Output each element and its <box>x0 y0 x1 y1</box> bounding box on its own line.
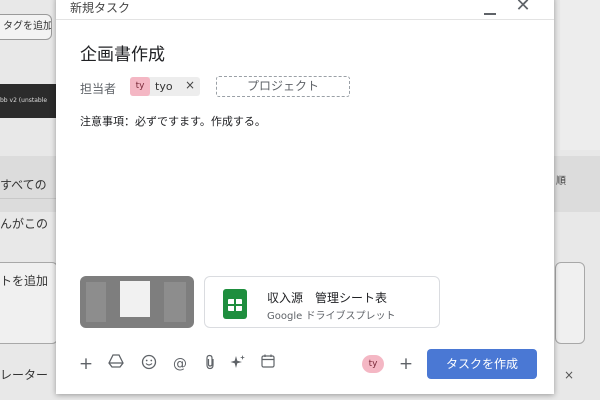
assignee-label: 担当者 <box>80 82 117 96</box>
background-feed-text: んがこの <box>0 217 49 231</box>
drive-icon[interactable] <box>106 354 126 374</box>
calendar-icon[interactable] <box>258 354 278 374</box>
create-task-button[interactable]: タスクを作成 <box>427 349 537 379</box>
attach-icon[interactable] <box>200 354 220 374</box>
assignee-chip[interactable]: ty tyo × <box>130 77 200 96</box>
thumbnail-sidebar <box>86 282 106 322</box>
background-creator-text: レーター <box>0 368 49 382</box>
drive-file-card[interactable]: 収入源 管理シート表 Google ドライブスプレット <box>204 276 440 328</box>
thumbnail-panel <box>164 282 186 322</box>
embedded-preview-strip: bb v2 (unstable <box>0 84 60 118</box>
background-filter-text: すべての <box>0 178 47 192</box>
assignee-name: tyo <box>155 80 173 93</box>
dialog-header: 新規タスク ✕ <box>56 0 554 20</box>
add-tag-button[interactable]: タグを追加 <box>0 14 52 40</box>
avatar: ty <box>130 77 150 96</box>
file-name: 収入源 管理シート表 <box>267 291 388 305</box>
background-right-panel <box>560 0 600 150</box>
background-close-icon[interactable]: × <box>564 368 574 382</box>
background-sort-label: 順 <box>556 176 566 187</box>
divider <box>0 198 56 199</box>
task-title-input[interactable]: 企画書作成 <box>80 40 165 65</box>
remove-assignee-icon[interactable]: × <box>185 78 195 92</box>
emoji-icon[interactable] <box>139 354 159 374</box>
ai-sparkle-icon[interactable] <box>228 354 248 374</box>
task-description[interactable]: 注意事項：必ずですます。作成する。 <box>80 113 266 129</box>
new-task-dialog: 新規タスク ✕ 企画書作成 担当者 ty tyo × プロジェクト 注意事項：必… <box>56 0 554 394</box>
project-selector[interactable]: プロジェクト <box>216 76 350 97</box>
mention-icon[interactable]: @ <box>170 354 190 374</box>
thumbnail-page <box>120 281 150 317</box>
attachment-thumbnail[interactable] <box>80 276 194 328</box>
sheets-icon-line <box>228 304 242 306</box>
close-icon[interactable]: ✕ <box>513 0 533 17</box>
file-source: Google ドライブスプレット <box>267 311 396 322</box>
dialog-title: 新規タスク <box>70 1 131 15</box>
dialog-toolbar: + @ ty + タスクを作成 <box>56 348 554 382</box>
background-add-comment-text: トを追加 <box>0 274 49 288</box>
background-right-box <box>555 262 585 344</box>
assignee-avatar[interactable]: ty <box>362 355 384 373</box>
plus-icon[interactable]: + <box>76 354 96 374</box>
minimize-icon[interactable] <box>482 2 498 16</box>
add-assignee-icon[interactable]: + <box>396 353 416 375</box>
